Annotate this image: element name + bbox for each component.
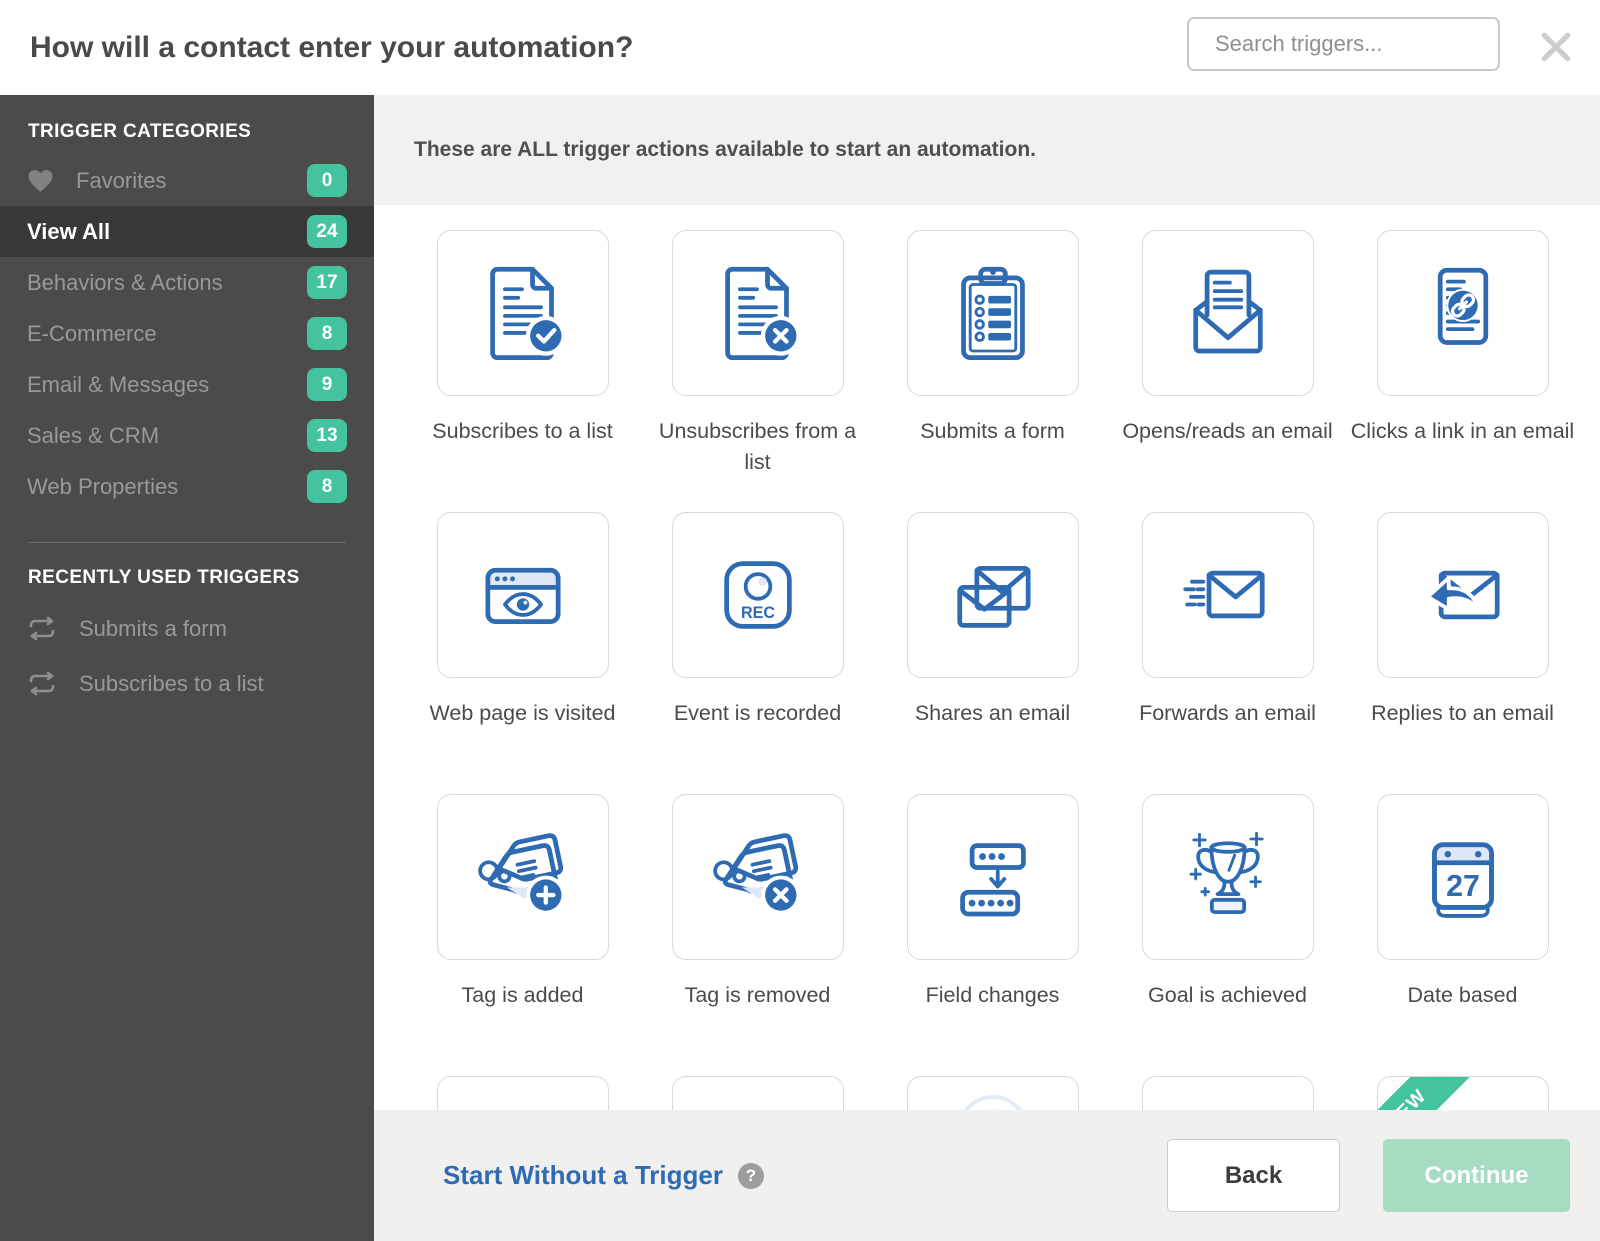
calendar-icon: 27 [1431,842,1494,918]
sidebar-item-sales-crm[interactable]: Sales & CRM 13 [0,410,374,461]
calendar-day-label: 27 [1446,869,1480,903]
trigger-card-web-page-is-visited[interactable] [436,512,609,678]
search-input[interactable] [1213,30,1505,58]
sidebar-item-favorites[interactable]: Favorites 0 [0,155,374,206]
back-button[interactable]: Back [1167,1139,1340,1212]
count-badge: 8 [307,470,347,503]
trophy-icon [1189,831,1264,915]
sidebar-item-label: Behaviors & Actions [27,269,223,295]
banner-text: These are ALL trigger actions available … [374,95,1600,205]
trigger-card-event-is-recorded[interactable]: REC [671,512,844,678]
trigger-card-label: Opens/reads an email [1122,419,1333,443]
trigger-card-goal-is-achieved[interactable] [1141,794,1314,960]
trigger-card-label: Clicks a link in an email [1350,419,1575,443]
modal-footer: Start Without a Trigger ? Back Continue [374,1110,1600,1241]
trigger-card-label: Web page is visited [429,701,616,725]
trigger-card-clicks-a-link-in-an-email[interactable] [1376,230,1549,396]
repeat-icon [27,671,57,696]
trigger-card-label: Subscribes to a list [432,419,613,443]
double-envelope-icon [956,566,1031,628]
count-badge: 17 [307,266,347,299]
trigger-card-shares-an-email[interactable] [906,512,1079,678]
close-icon [1541,32,1571,62]
reply-envelope-icon [1425,570,1500,620]
sidebar-item-email-messages[interactable]: Email & Messages 9 [0,359,374,410]
count-badge: 9 [307,368,347,401]
browser-eye-icon [484,567,561,624]
trigger-card-label: Goal is achieved [1148,983,1307,1007]
sidebar-item-label: Web Properties [27,473,179,499]
trigger-card-opens-reads-an-email[interactable] [1141,230,1314,396]
trigger-grid: Subscribes to a list Unsubscribes from a… [374,205,1600,1241]
tag-x-icon [712,833,800,915]
document-check-icon [489,266,566,361]
modal-header: How will a contact enter your automation… [0,0,1600,95]
trigger-card-label: Replies to an email [1371,701,1554,725]
sidebar-item-label: Favorites [76,167,167,193]
trigger-card-label: Unsubscribes from a list [658,419,857,474]
trigger-card-label: Forwards an email [1139,701,1316,725]
clipboard-checklist-icon [960,266,1025,361]
field-arrow-icon [959,843,1026,917]
sidebar-item-label: Email & Messages [27,371,210,397]
tag-plus-icon [477,833,565,915]
trigger-card-date-based[interactable]: 27 [1376,794,1549,960]
sidebar-recent-submits-a-form[interactable]: Submits a form [0,601,374,656]
main-panel: These are ALL trigger actions available … [374,95,1600,1241]
sidebar-item-view-all[interactable]: View All 24 [0,206,374,257]
trigger-modal: How will a contact enter your automation… [0,0,1600,1241]
trigger-categories-heading: TRIGGER CATEGORIES [28,121,252,142]
speeding-envelope-icon [1182,570,1265,619]
recent-trigger-label: Subscribes to a list [79,670,264,696]
continue-button[interactable]: Continue [1383,1139,1570,1212]
trigger-card-replies-to-an-email[interactable] [1376,512,1549,678]
trigger-card-label: Date based [1407,983,1518,1007]
recent-trigger-label: Submits a form [79,615,227,641]
trigger-card-subscribes-to-a-list[interactable] [436,230,609,396]
repeat-icon [27,616,57,641]
trigger-card-label: Submits a form [920,419,1065,443]
rec-label: REC [740,604,774,622]
page-title: How will a contact enter your automation… [30,30,634,64]
document-x-icon [724,266,801,361]
sidebar-item-behaviors-actions[interactable]: Behaviors & Actions 17 [0,257,374,308]
trigger-card-tag-is-removed[interactable] [671,794,844,960]
close-button[interactable] [1538,29,1574,65]
start-without-trigger-link[interactable]: Start Without a Trigger [443,1160,723,1191]
trigger-card-label: Field changes [925,983,1060,1007]
trigger-card-unsubscribes-from-a-list[interactable] [671,230,844,396]
trigger-card-tag-is-added[interactable] [436,794,609,960]
trigger-card-label: Event is recorded [673,701,842,725]
trigger-card-submits-a-form[interactable] [906,230,1079,396]
sidebar-item-web-properties[interactable]: Web Properties 8 [0,461,374,512]
recently-used-heading: RECENTLY USED TRIGGERS [28,567,300,588]
trigger-card-label: Tag is added [461,983,584,1007]
search-box [1187,17,1505,71]
sidebar-item-label: Sales & CRM [27,422,160,448]
help-icon[interactable]: ? [738,1162,764,1189]
sidebar-item-label: View All [27,218,111,244]
sidebar-recent-subscribes-to-a-list[interactable]: Subscribes to a list [0,656,374,711]
open-envelope-letter-icon [1192,269,1263,354]
heart-icon [27,169,54,193]
count-badge: 0 [307,164,347,197]
count-badge: 13 [307,419,347,452]
trigger-card-field-changes[interactable] [906,794,1079,960]
rec-button-icon: REC [723,561,792,629]
count-badge: 8 [307,317,347,350]
sidebar: TRIGGER CATEGORIES Favorites 0 View All … [0,95,374,1241]
sidebar-item-label: E-Commerce [27,320,157,346]
document-link-icon [1437,267,1488,345]
trigger-card-label: Tag is removed [684,983,831,1007]
trigger-card-forwards-an-email[interactable] [1141,512,1314,678]
trigger-card-label: Shares an email [914,701,1071,725]
count-badge: 24 [307,215,347,248]
sidebar-item-ecommerce[interactable]: E-Commerce 8 [0,308,374,359]
